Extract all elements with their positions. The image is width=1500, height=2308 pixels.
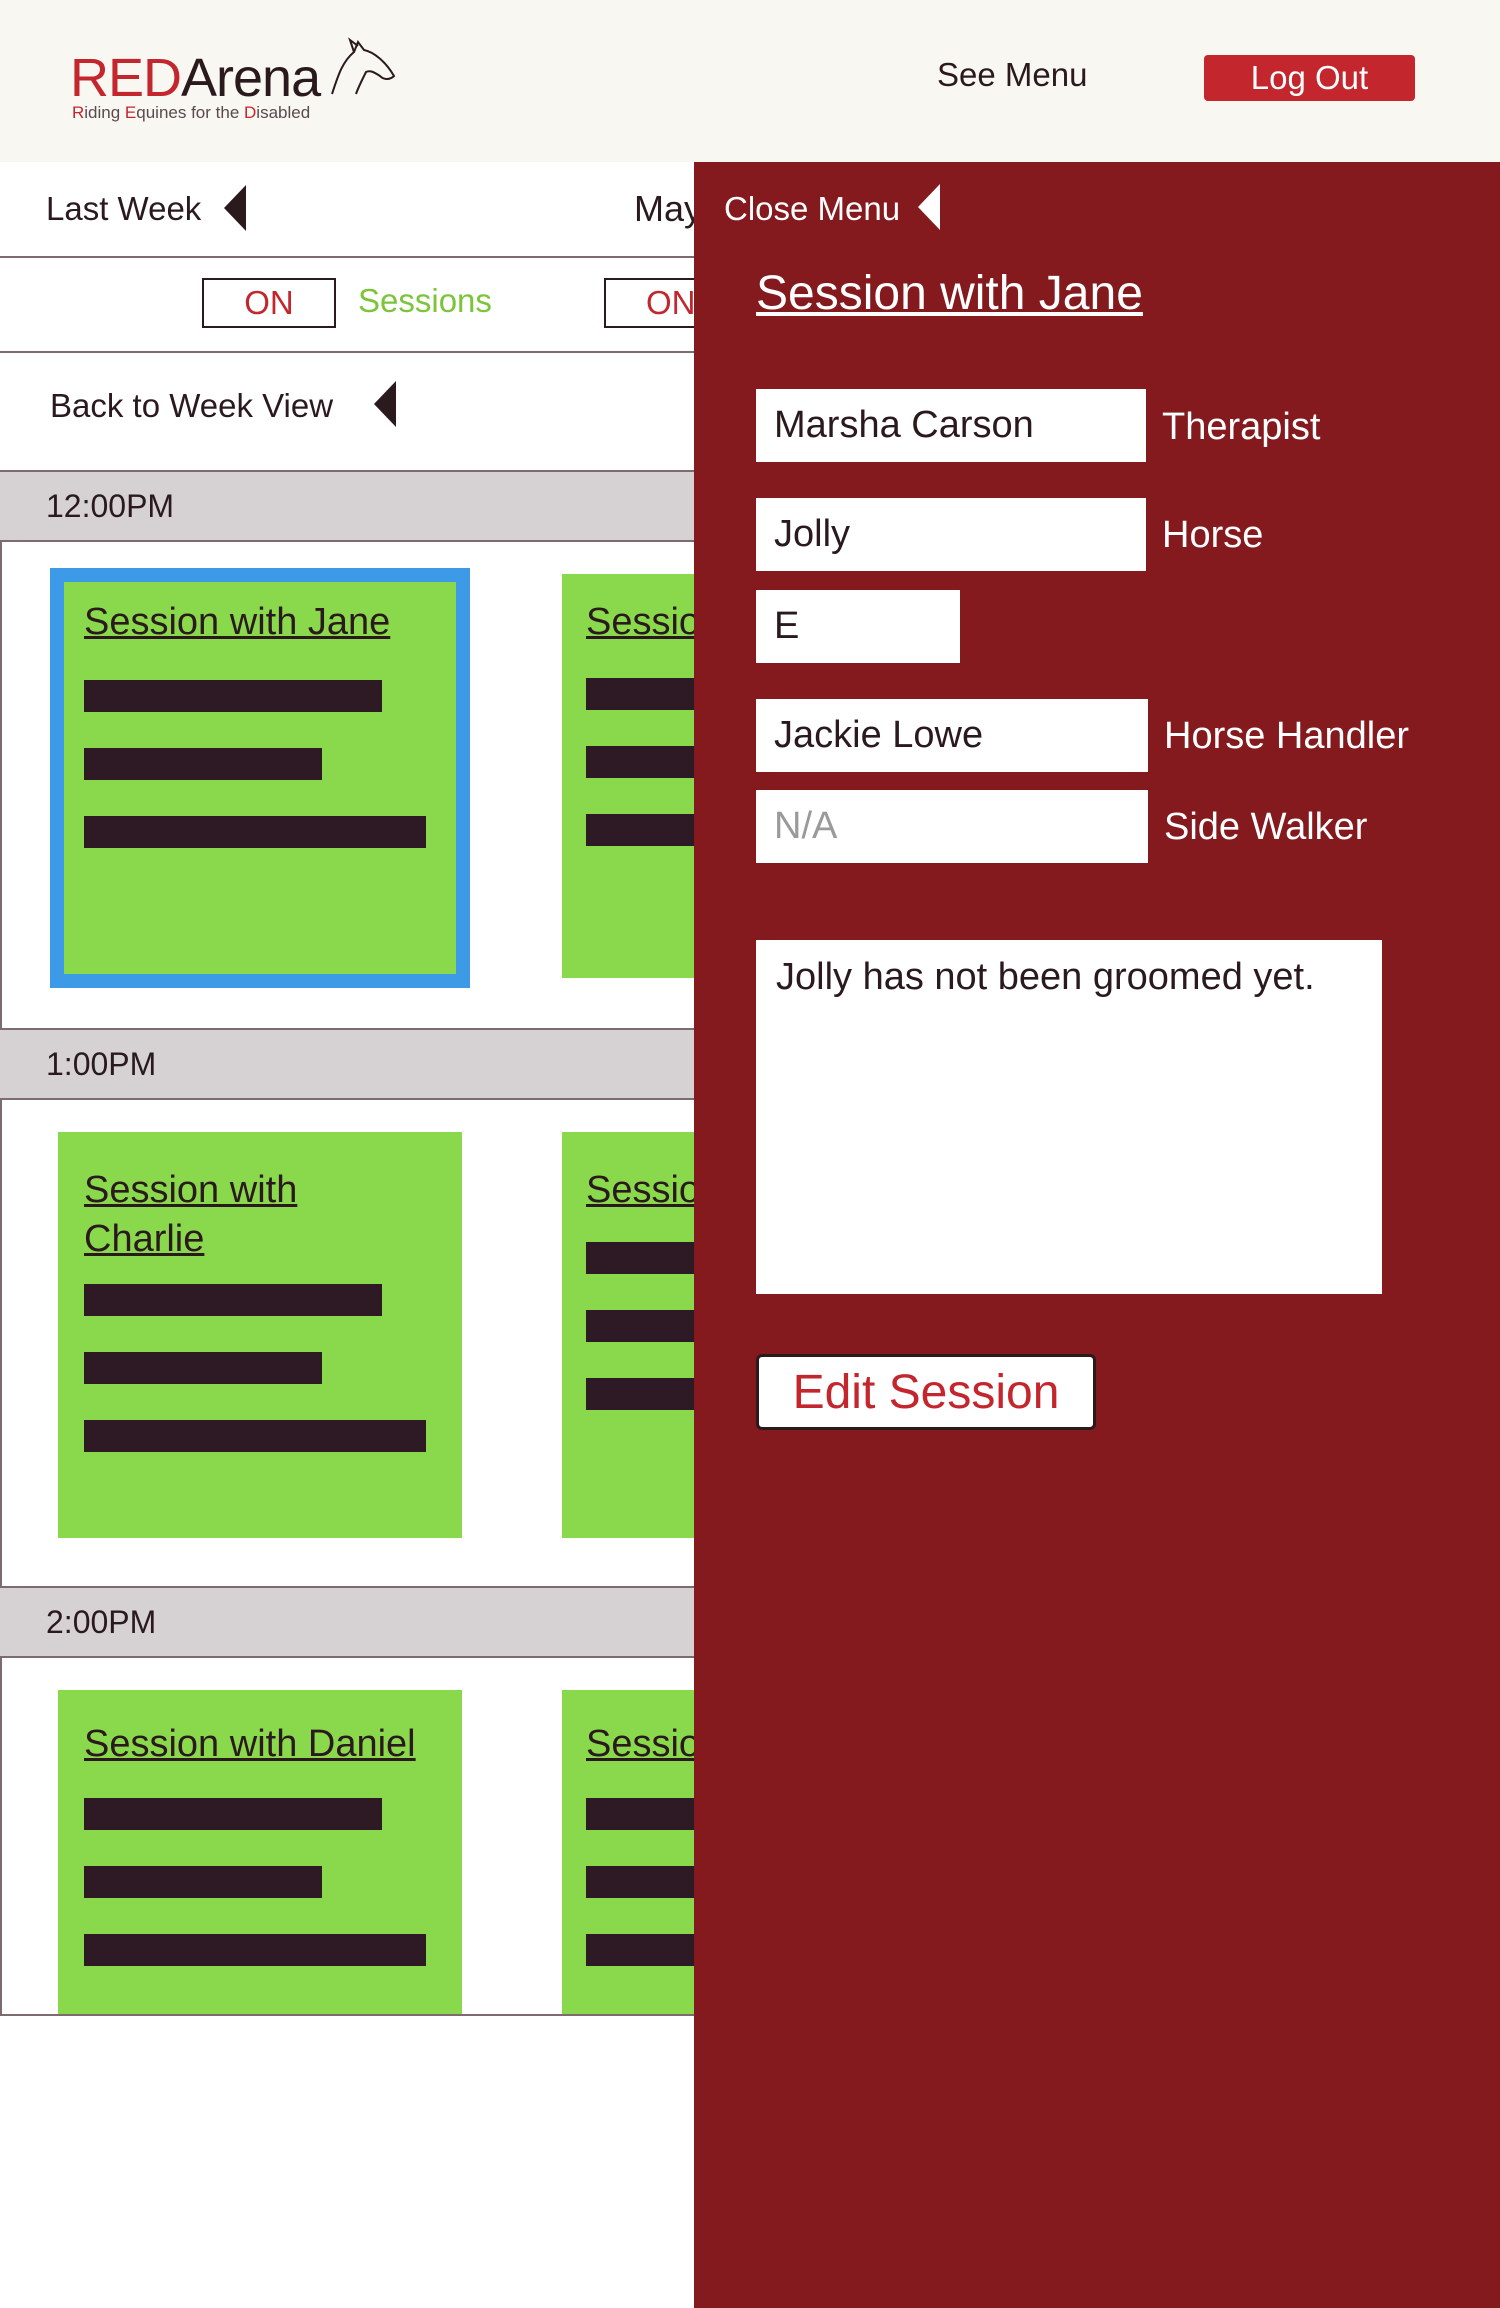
close-menu-link[interactable]: Close Menu <box>724 190 900 228</box>
close-arrow-icon[interactable] <box>918 184 940 230</box>
placeholder-line <box>84 1866 322 1898</box>
session-card-selected[interactable]: Session with Jane <box>50 568 470 988</box>
log-out-button[interactable]: Log Out <box>1204 55 1415 101</box>
edit-session-button[interactable]: Edit Session <box>756 1354 1096 1430</box>
red-arena-logo[interactable]: REDArena Riding Equines for the Disabled <box>70 37 396 130</box>
session-card-title[interactable]: Session with Charlie <box>84 1166 404 1264</box>
back-to-week-view-link[interactable]: Back to Week View <box>50 387 333 425</box>
back-arrow-icon[interactable] <box>374 381 396 427</box>
placeholder-line <box>84 1420 426 1452</box>
logo-wordmark: REDArena <box>70 48 321 108</box>
horse-head-icon <box>331 37 396 95</box>
see-menu-link[interactable]: See Menu <box>937 56 1087 94</box>
sessions-label: Sessions <box>358 282 492 319</box>
horse-handler-label: Horse Handler <box>1164 715 1409 757</box>
schedule-bottom-border <box>0 2014 700 2016</box>
placeholder-line <box>84 680 382 712</box>
session-card-title[interactable]: Session with Jane <box>84 598 390 647</box>
horse-handler-field[interactable]: Jackie Lowe <box>756 699 1148 772</box>
placeholder-line <box>84 1798 382 1830</box>
session-card[interactable]: Session with Charlie <box>58 1132 462 1538</box>
side-walker-field[interactable]: N/A <box>756 790 1148 863</box>
logo-tagline: Riding Equines for the Disabled <box>72 103 311 122</box>
side-walker-label: Side Walker <box>1164 806 1368 848</box>
therapist-field[interactable]: Marsha Carson <box>756 389 1146 462</box>
horse-field[interactable]: Jolly <box>756 498 1146 571</box>
therapist-label: Therapist <box>1162 406 1321 448</box>
placeholder-line <box>84 748 322 780</box>
session-notes[interactable]: Jolly has not been groomed yet. <box>756 940 1382 1294</box>
horse-code-field[interactable]: E <box>756 590 960 663</box>
arrow-left-icon[interactable] <box>224 185 246 231</box>
session-title[interactable]: Session with Jane <box>756 266 1143 321</box>
sessions-toggle[interactable]: ON <box>202 278 336 328</box>
session-card[interactable]: Session with Daniel <box>58 1690 462 2014</box>
placeholder-line <box>84 1352 322 1384</box>
current-month: May <box>634 188 703 229</box>
session-detail-panel: Close Menu Session with Jane Marsha Cars… <box>694 162 1500 2308</box>
placeholder-line <box>84 816 426 848</box>
horse-label: Horse <box>1162 514 1264 556</box>
last-week-link[interactable]: Last Week <box>46 190 201 228</box>
placeholder-line <box>84 1284 382 1316</box>
session-card-title[interactable]: Session with Daniel <box>84 1720 416 1769</box>
placeholder-line <box>84 1934 426 1966</box>
app-header: REDArena Riding Equines for the Disabled… <box>0 0 1500 162</box>
